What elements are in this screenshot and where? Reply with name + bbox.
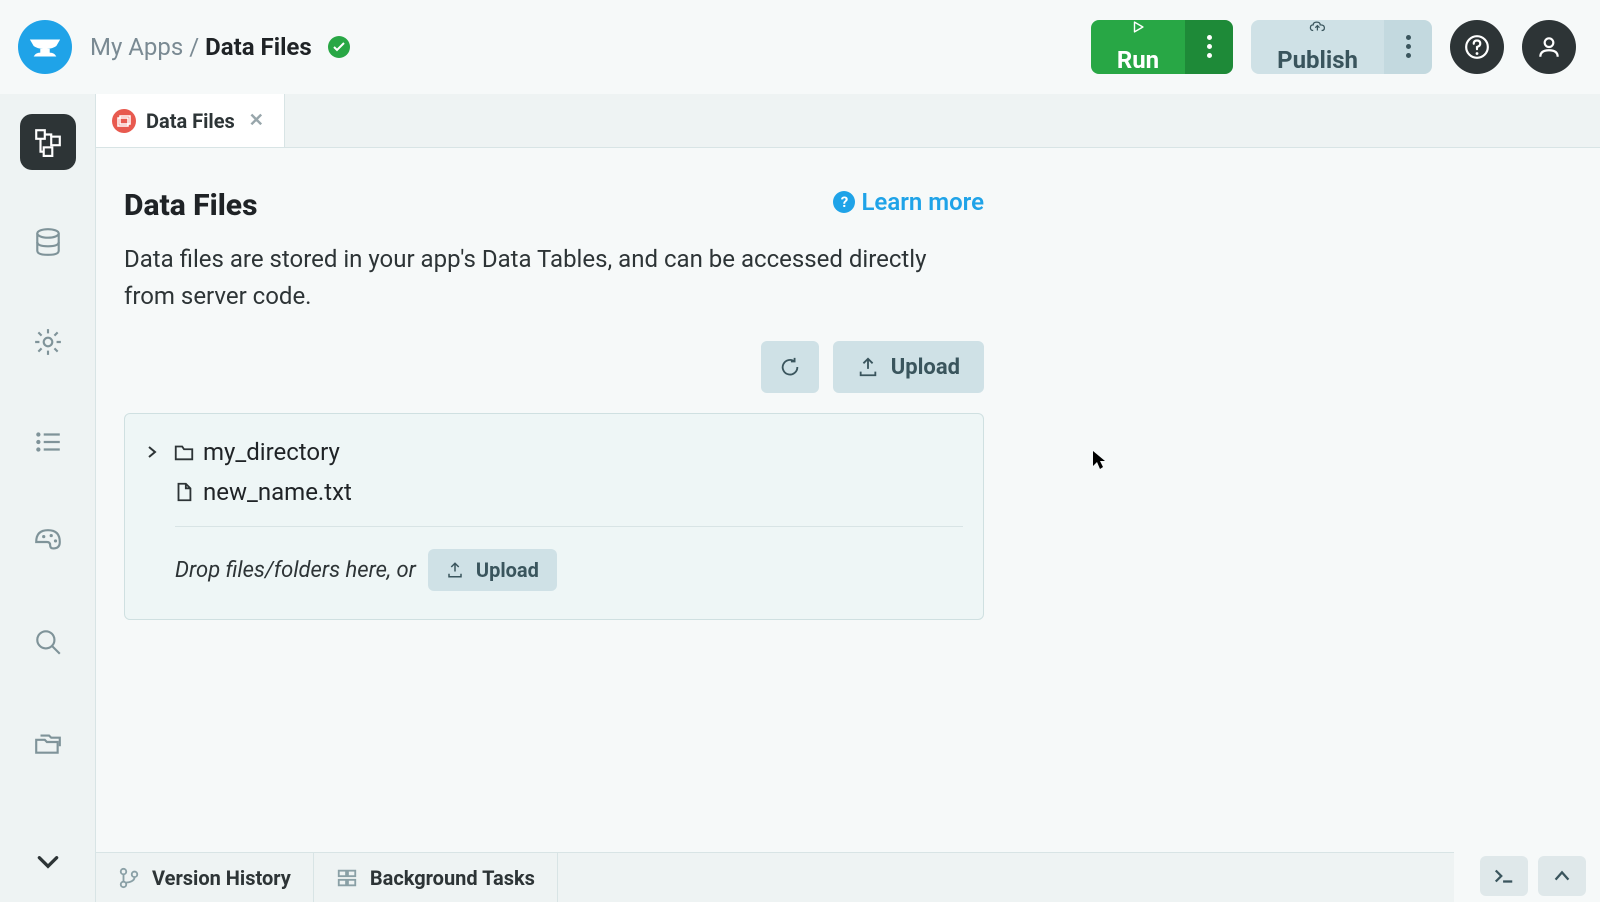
bottom-tab-version-history[interactable]: Version History xyxy=(96,853,314,902)
data-files-panel: Data Files ? Learn more Data files are s… xyxy=(124,188,984,902)
breadcrumb-current: Data Files xyxy=(205,33,312,61)
upload-inline-button[interactable]: Upload xyxy=(428,549,557,591)
chevron-down-icon xyxy=(35,853,61,871)
version-history-label: Version History xyxy=(152,866,291,890)
question-icon: ? xyxy=(833,191,855,213)
sidebar-item-files[interactable] xyxy=(20,714,76,770)
sidebar-item-settings[interactable] xyxy=(20,314,76,370)
gear-icon xyxy=(33,327,63,357)
breadcrumb: My Apps / Data Files xyxy=(90,33,350,61)
learn-more-link[interactable]: ? Learn more xyxy=(833,188,984,216)
branch-icon xyxy=(118,867,140,889)
cursor-icon xyxy=(1092,450,1106,470)
palette-icon xyxy=(33,527,63,557)
sync-ok-badge xyxy=(328,36,350,58)
sidebar-item-outline[interactable] xyxy=(20,414,76,470)
run-button-group: Run xyxy=(1091,20,1233,74)
account-button[interactable] xyxy=(1522,20,1576,74)
sidebar-item-theme[interactable] xyxy=(20,514,76,570)
drop-hint: Drop files/folders here, or xyxy=(175,558,416,583)
panel-actions: Upload xyxy=(124,341,984,393)
drop-row: Drop files/folders here, or Upload xyxy=(145,549,963,591)
publish-button-group: Publish xyxy=(1251,20,1432,74)
run-button-label: Run xyxy=(1117,46,1159,74)
search-icon xyxy=(33,627,63,657)
file-icon xyxy=(173,481,195,503)
chevron-right-icon xyxy=(145,445,159,459)
refresh-icon xyxy=(779,356,801,378)
panel-title: Data Files xyxy=(124,188,257,223)
bottom-right-controls xyxy=(1480,856,1586,896)
vertical-dots-icon xyxy=(1207,35,1212,58)
database-icon xyxy=(33,227,63,257)
tab-label: Data Files xyxy=(146,109,235,133)
vertical-dots-icon xyxy=(1406,35,1411,58)
tree-icon xyxy=(33,127,63,157)
file-row[interactable]: new_name.txt xyxy=(145,472,963,512)
console-button[interactable] xyxy=(1480,856,1528,896)
data-files-tab-icon xyxy=(112,109,136,133)
user-icon xyxy=(1536,34,1562,60)
file-browser: my_directory new_name.txt Drop files/fol… xyxy=(124,413,984,620)
tab-strip: Data Files ✕ xyxy=(96,94,1600,148)
tasks-icon xyxy=(336,867,358,889)
file-name: new_name.txt xyxy=(203,478,352,506)
terminal-icon xyxy=(1493,867,1515,885)
help-button[interactable] xyxy=(1450,20,1504,74)
app-logo[interactable] xyxy=(18,20,72,74)
upload-icon xyxy=(857,356,879,378)
play-icon xyxy=(1131,20,1145,34)
directory-name: my_directory xyxy=(203,438,340,466)
sidebar-item-search[interactable] xyxy=(20,614,76,670)
sidebar-collapse[interactable] xyxy=(20,834,76,890)
upload-button-label: Upload xyxy=(891,355,960,380)
upload-button[interactable]: Upload xyxy=(833,341,984,393)
sidebar xyxy=(0,94,96,902)
chevron-up-icon xyxy=(1551,867,1573,885)
list-icon xyxy=(33,427,63,457)
sidebar-item-data[interactable] xyxy=(20,214,76,270)
background-tasks-label: Background Tasks xyxy=(370,866,535,890)
bottom-bar: Version History Background Tasks xyxy=(96,852,1454,902)
main-area: Data Files ✕ Data Files ? Learn more Dat… xyxy=(96,94,1600,902)
publish-button[interactable]: Publish xyxy=(1251,20,1384,74)
folders-icon xyxy=(33,727,63,757)
run-more-button[interactable] xyxy=(1185,20,1233,74)
breadcrumb-separator: / xyxy=(189,33,199,61)
help-icon xyxy=(1464,34,1490,60)
folder-icon xyxy=(173,441,195,463)
directory-row[interactable]: my_directory xyxy=(145,432,963,472)
publish-more-button[interactable] xyxy=(1384,20,1432,74)
upload-inline-label: Upload xyxy=(476,558,539,582)
breadcrumb-root[interactable]: My Apps xyxy=(90,33,183,61)
learn-more-label: Learn more xyxy=(861,188,984,216)
upload-icon xyxy=(446,561,464,579)
anvil-icon xyxy=(28,35,62,59)
tab-data-files[interactable]: Data Files ✕ xyxy=(96,94,285,147)
check-icon xyxy=(333,42,345,52)
file-divider xyxy=(175,526,963,527)
sidebar-item-app-browser[interactable] xyxy=(20,114,76,170)
cloud-upload-icon xyxy=(1309,20,1326,34)
expand-panel-button[interactable] xyxy=(1538,856,1586,896)
refresh-button[interactable] xyxy=(761,341,819,393)
publish-button-label: Publish xyxy=(1277,46,1358,74)
top-bar: My Apps / Data Files Run Publish xyxy=(0,0,1600,94)
run-button[interactable]: Run xyxy=(1091,20,1185,74)
expand-toggle[interactable] xyxy=(145,445,165,459)
top-bar-actions: Run Publish xyxy=(1091,20,1576,74)
content-area: Data Files ? Learn more Data files are s… xyxy=(96,148,1600,902)
panel-description: Data files are stored in your app's Data… xyxy=(124,241,944,315)
tab-close-button[interactable]: ✕ xyxy=(245,110,268,131)
bottom-tab-background-tasks[interactable]: Background Tasks xyxy=(314,853,558,902)
